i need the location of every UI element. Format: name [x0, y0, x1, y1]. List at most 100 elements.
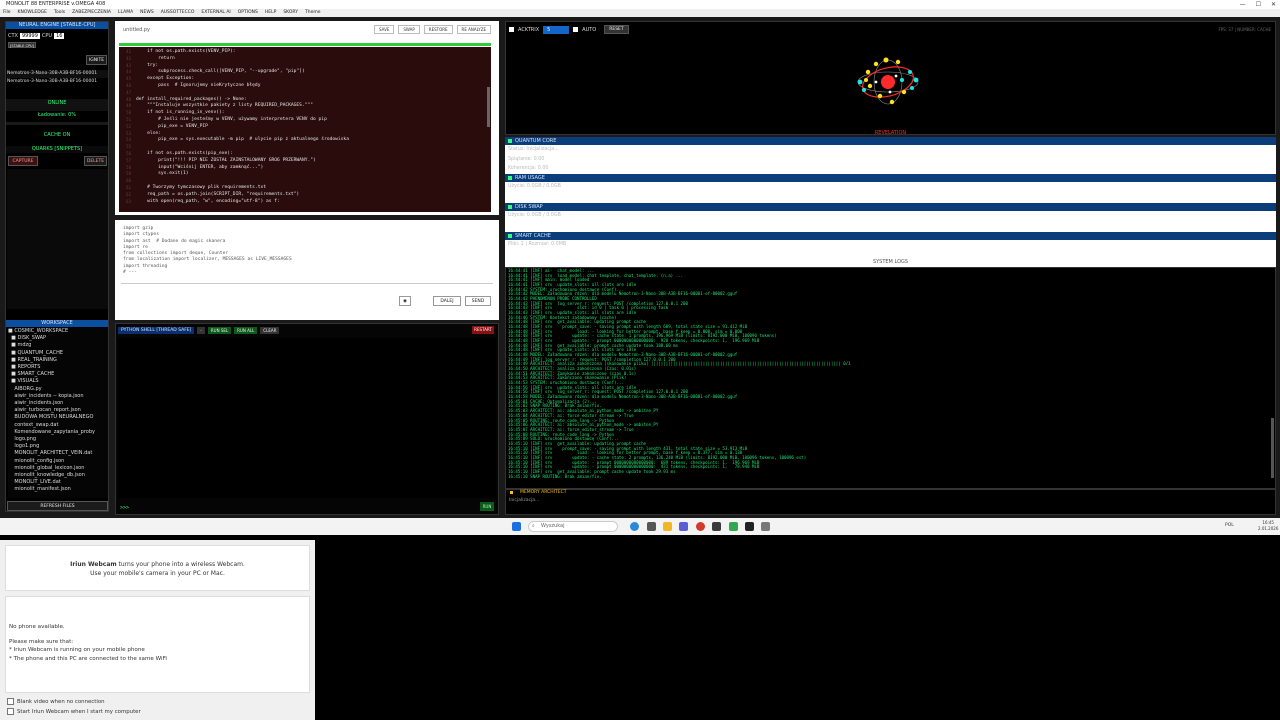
tree-item[interactable]: ■ REAL_TRAINING: [8, 357, 108, 364]
dalej-button[interactable]: DALEJ: [433, 296, 461, 306]
chrome-icon[interactable]: [696, 522, 705, 531]
tree-item[interactable]: ■ QUANTUM_CACHE: [8, 350, 108, 357]
maximize-button[interactable]: ☐: [1256, 0, 1261, 9]
edge-icon[interactable]: [630, 522, 639, 531]
menu-item[interactable]: Tools: [54, 9, 65, 17]
shell-toolbar-button[interactable]: RUN SEL: [207, 327, 232, 334]
loading-status: Ładowanie: 0%: [37, 112, 77, 118]
menu-item[interactable]: OPTIONS: [238, 9, 258, 17]
tree-item[interactable]: ■ COSMIC_WORKSPACE: [8, 328, 108, 335]
visualizer-panel: ACKTRIX 5 AUTO RESET FPS: 37 | NUMBER: C…: [505, 21, 1276, 136]
acktrix-checkbox[interactable]: [509, 27, 514, 32]
line-number: 60: [126, 178, 131, 184]
menu-item[interactable]: Theme: [305, 9, 321, 17]
tree-item[interactable]: ■ REPORTS: [8, 364, 108, 371]
tree-item[interactable]: mionolit_knowledge_db.json: [8, 472, 108, 479]
auto-checkbox[interactable]: [573, 27, 579, 32]
tree-item[interactable]: ■ SMART_CACHE: [8, 371, 108, 378]
terminal-icon[interactable]: [712, 522, 721, 531]
code-editor[interactable]: 41 42 43 44 45 46 47 48 49 50 51 52 53 54 55 56 57 58 59 60…: [119, 47, 491, 212]
tree-item[interactable]: MONOLIT_LIVE.dat: [8, 479, 108, 486]
log-scrollbar[interactable]: [1271, 418, 1274, 478]
capture-button[interactable]: CAPTURE: [8, 156, 38, 166]
editor-toolbar-button[interactable]: SAVE: [374, 25, 395, 34]
make-sure-text: Please make sure that:: [9, 638, 74, 645]
taskbar-search[interactable]: ⌕ Wyszukaj: [528, 521, 618, 532]
spreadsheet-icon[interactable]: [729, 522, 738, 531]
send-button[interactable]: SEND: [465, 296, 491, 306]
tree-item[interactable]: logo.png: [8, 436, 108, 443]
tree-item[interactable]: ■ DISK_SWAP: [8, 335, 108, 342]
shell-output[interactable]: [118, 338, 496, 498]
stable-cpu-button[interactable]: [STABLE CPU]: [8, 42, 36, 48]
app-icon[interactable]: [647, 522, 656, 531]
menu-item[interactable]: NEWS: [140, 9, 154, 17]
editor-tab[interactable]: untitled.py: [123, 27, 150, 33]
menu-item[interactable]: EXTERNAL AI: [201, 9, 230, 17]
editor-toolbar-button[interactable]: SWAP: [398, 25, 420, 34]
code-line: return: [136, 55, 175, 61]
tree-item[interactable]: ■ VISUALS: [8, 378, 108, 385]
refresh-files-button[interactable]: REFRESH FILES: [7, 501, 108, 511]
store-icon[interactable]: [679, 522, 688, 531]
model-list-item[interactable]: Nemotron-3-Nano-30B-A3B-BF16-00001: [7, 78, 108, 86]
minimize-button[interactable]: —: [1240, 0, 1246, 9]
tree-item[interactable]: mionolit_global_lexicon.json: [8, 465, 108, 472]
menu-item[interactable]: LLAMA: [118, 9, 133, 17]
tree-item[interactable]: BUDOWA MOSTU NEURALNEGO: [8, 414, 108, 421]
line-number: 54: [126, 137, 131, 143]
folder-icon[interactable]: [663, 522, 672, 531]
editor-toolbar-button[interactable]: RESTORE: [423, 25, 453, 34]
tree-item[interactable]: mionolit_config.json: [8, 458, 108, 465]
acktrix-input[interactable]: 5: [543, 25, 570, 34]
menu-item[interactable]: SKORY: [283, 9, 298, 17]
tree-item[interactable]: AIBORG.py: [8, 386, 108, 393]
menu-item[interactable]: AUSSOTTECCO: [161, 9, 195, 17]
cpu-label: CPU: [41, 33, 53, 39]
ignite-button[interactable]: IGNITE: [86, 55, 107, 65]
model-select[interactable]: Nemotron-3-Nano-30B-A3B-BF16-00001: [7, 70, 108, 78]
cpu-input[interactable]: 16: [54, 33, 65, 39]
tree-item[interactable]: mionolit_manifest.json: [8, 486, 108, 493]
shell-toolbar-button[interactable]: CLEAR: [260, 327, 280, 334]
menu-item[interactable]: KNOWLEDGE: [18, 9, 47, 17]
menu-item[interactable]: ZABEZPIECZENIA: [72, 9, 111, 17]
run-button[interactable]: RUN: [480, 502, 494, 511]
editor-scrollbar[interactable]: [487, 87, 490, 127]
menu-item[interactable]: HELP: [265, 9, 276, 17]
delete-button[interactable]: DELETE: [84, 156, 107, 166]
restart-button[interactable]: RESTART: [472, 326, 494, 334]
blank-video-checkbox[interactable]: [7, 698, 14, 705]
language-indicator[interactable]: POL: [1225, 523, 1234, 528]
tree-item[interactable]: logo1.png: [8, 443, 108, 450]
record-icon[interactable]: ◉: [399, 296, 411, 306]
line-number: 63: [126, 198, 131, 204]
reset-button[interactable]: RESET: [604, 25, 629, 34]
system-log[interactable]: 16:44:41 [INF] ai- chat_model: ... 16:44:…: [505, 267, 1276, 489]
shell-toolbar-button[interactable]: RUN ALL: [234, 327, 258, 334]
tree-item[interactable]: aiwir_incidents -- kopia.json: [8, 393, 108, 400]
console-icon[interactable]: [745, 522, 754, 531]
prompt-input[interactable]: import gzip import ctypes import ast # Dod…: [123, 226, 292, 276]
tree-item[interactable]: aiwir_incidents.json: [8, 400, 108, 407]
monolit-app-icon[interactable]: [761, 522, 770, 531]
editor-toolbar-button[interactable]: RE ANALYZE: [456, 25, 491, 34]
autostart-option[interactable]: Start Iriun Webcam when I start my compu…: [7, 708, 141, 715]
autostart-checkbox[interactable]: [7, 708, 14, 715]
ctx-input[interactable]: 99999: [19, 33, 40, 39]
start-icon[interactable]: [512, 522, 521, 531]
line-number: 44: [126, 69, 131, 75]
quarks-list[interactable]: [7, 169, 108, 309]
tree-item[interactable]: MONOLIT_ARCHITECT_VEIN.dat: [8, 450, 108, 457]
tree-item[interactable]: ■ mdzg: [8, 342, 108, 349]
menu-item[interactable]: File: [3, 9, 11, 17]
clock[interactable]: 16:45 2.01.2026: [1258, 520, 1278, 532]
close-button[interactable]: ✕: [1271, 0, 1276, 9]
taskbar-search-text: Wyszukaj: [541, 523, 565, 529]
tree-item[interactable]: context_swap.dat: [8, 422, 108, 429]
section-icon: [508, 205, 512, 209]
shell-toolbar-button[interactable]: -: [197, 327, 205, 334]
tree-item[interactable]: Komendowane_zapytania_proby: [8, 429, 108, 436]
blank-video-option[interactable]: Blank video when no connection: [7, 698, 105, 705]
tree-item[interactable]: aiwir_turbocan_report.json: [8, 407, 108, 414]
